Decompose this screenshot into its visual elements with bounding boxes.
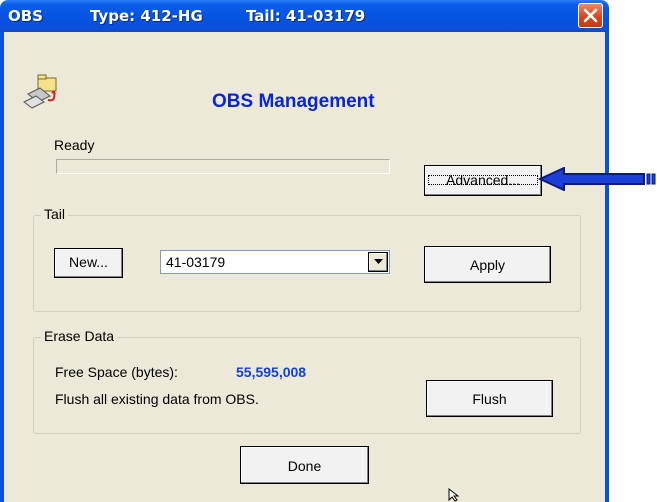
tail-select-value: 41-03179	[166, 254, 226, 270]
apply-button[interactable]: Apply	[424, 246, 551, 283]
status-label: Ready	[54, 137, 95, 153]
done-button-label: Done	[287, 458, 322, 474]
flush-button-label: Flush	[472, 391, 507, 407]
free-space-label: Free Space (bytes):	[55, 364, 178, 380]
new-tail-button-label: New...	[69, 254, 108, 270]
tail-select[interactable]: 41-03179	[160, 250, 390, 274]
window-frame-right	[605, 32, 609, 502]
apply-button-label: Apply	[469, 257, 506, 273]
title-tail: Tail: 41-03179	[246, 7, 366, 25]
title-bar[interactable]: OBS Type: 412-HG Tail: 41-03179	[0, 0, 609, 32]
close-icon	[583, 8, 598, 23]
chevron-down-icon	[374, 259, 383, 264]
page-title: OBS Management	[212, 91, 375, 112]
tail-group-label: Tail	[41, 206, 69, 222]
progress-bar	[56, 159, 390, 174]
flush-description: Flush all existing data from OBS.	[55, 391, 259, 407]
obs-dialog-window: OBS Type: 412-HG Tail: 41-03179 OBS Mana…	[0, 0, 609, 502]
new-tail-button[interactable]: New...	[54, 248, 123, 278]
done-button[interactable]: Done	[240, 446, 369, 484]
free-space-value: 55,595,008	[236, 364, 307, 380]
erase-data-group-label: Erase Data	[41, 328, 118, 344]
title-app: OBS	[8, 7, 43, 25]
flush-button[interactable]: Flush	[426, 380, 553, 417]
advanced-button-label: Advanced...	[425, 172, 541, 188]
pointer-arrow-annotation	[538, 167, 656, 191]
mouse-cursor-icon	[448, 488, 460, 502]
obs-transfer-icon	[18, 72, 74, 117]
advanced-button[interactable]: Advanced...	[424, 165, 542, 196]
close-button[interactable]	[578, 3, 603, 28]
title-type: Type: 412-HG	[90, 7, 203, 25]
tail-select-dropdown-button[interactable]	[368, 252, 388, 272]
